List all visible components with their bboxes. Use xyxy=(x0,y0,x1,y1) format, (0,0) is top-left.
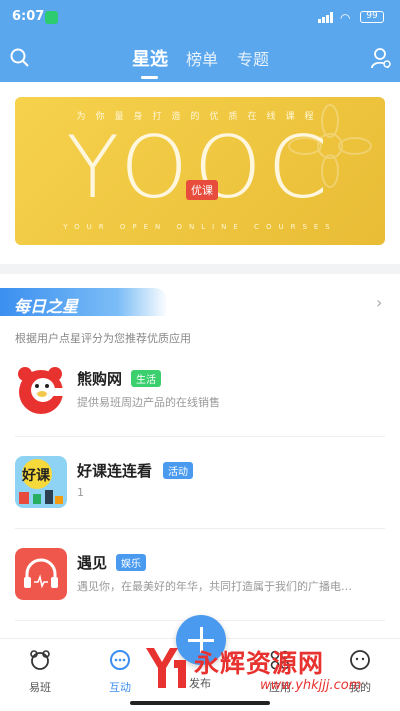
app-name: 熊购网 xyxy=(77,370,123,388)
app-tag: 娱乐 xyxy=(116,554,146,571)
daily-star-header[interactable]: 每日之星 › xyxy=(0,288,400,316)
search-icon[interactable] xyxy=(10,48,30,68)
battery-icon: 99 xyxy=(360,11,384,23)
app-desc: 1 xyxy=(77,486,84,499)
bear-icon xyxy=(30,650,50,670)
headphones-icon xyxy=(15,548,67,600)
watermark: 永辉资源网 www.yhkjjj.com xyxy=(140,642,400,702)
app-tag: 生活 xyxy=(131,370,161,387)
nav-item-yiban[interactable]: 易班 xyxy=(12,649,68,695)
chevron-right-icon[interactable]: › xyxy=(376,293,382,312)
watermark-url: www.yhkjjj.com xyxy=(260,678,362,693)
top-header: 星选 榜单 专题 xyxy=(0,34,400,82)
divider xyxy=(15,436,385,437)
app-tag: 活动 xyxy=(163,462,193,479)
banner-badge: 优课 xyxy=(186,180,218,200)
section-gap xyxy=(0,264,400,274)
status-bar: 6:07 ◠ 99 xyxy=(0,0,400,34)
watermark-text: 永辉资源网 xyxy=(194,649,325,678)
daily-star-title: 每日之星 xyxy=(14,297,79,316)
chat-bubble-icon xyxy=(110,650,130,670)
daily-star-pill: 每日之星 xyxy=(0,288,168,316)
tab-topics[interactable]: 专题 xyxy=(237,46,269,70)
promo-banner[interactable]: 为你量身打造的优质在线课程 YOOC 优课 YOUR OPEN ONLINE C… xyxy=(15,97,385,245)
tab-star-pick[interactable]: 星选 xyxy=(132,45,168,71)
tab-underline xyxy=(141,76,158,79)
home-indicator xyxy=(130,701,270,705)
list-item[interactable]: 好课 好课连连看 活动 1 xyxy=(15,456,385,548)
list-item[interactable]: 熊购网 生活 提供易班周边产品的在线销售 xyxy=(15,364,385,456)
bear-shop-icon xyxy=(18,367,65,414)
app-name: 好课连连看 xyxy=(77,462,153,480)
user-settings-icon[interactable] xyxy=(371,47,391,69)
app-desc: 遇见你，在最美好的年华，共同打造属于我们的广播电… xyxy=(77,580,352,593)
course-match-icon: 好课 xyxy=(15,456,67,508)
svg-text:好课: 好课 xyxy=(21,467,51,484)
signal-icon xyxy=(318,12,333,23)
main-content: 为你量身打造的优质在线课程 YOOC 优课 YOUR OPEN ONLINE C… xyxy=(0,82,400,638)
watermark-logo-icon xyxy=(146,648,186,688)
divider xyxy=(15,528,385,529)
wifi-icon: ◠ xyxy=(340,11,351,25)
nav-label: 易班 xyxy=(29,681,51,694)
tab-rankings[interactable]: 榜单 xyxy=(186,46,218,70)
banner-subline: YOUR OPEN ONLINE COURSES xyxy=(63,223,337,231)
app-name: 遇见 xyxy=(77,554,108,572)
status-time: 6:07 xyxy=(12,9,45,24)
daily-star-desc: 根据用户点星评分为您推荐优质应用 xyxy=(15,332,191,345)
app-desc: 提供易班周边产品的在线销售 xyxy=(77,396,220,409)
call-icon xyxy=(45,11,58,24)
